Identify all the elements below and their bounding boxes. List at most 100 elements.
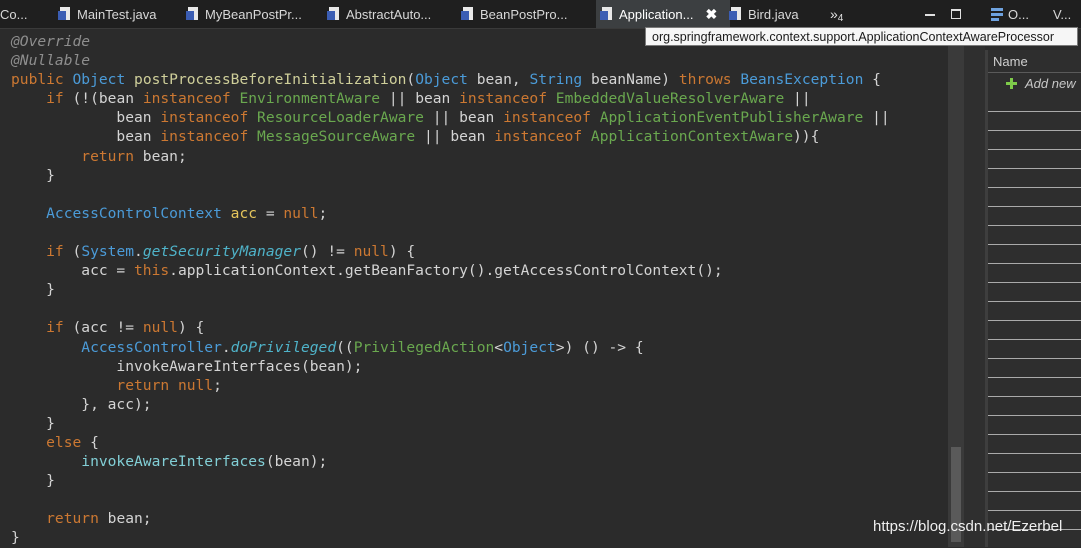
code-token: if	[11, 319, 73, 337]
outline-icon	[991, 8, 1003, 21]
tab-application-context-aware-processor[interactable]: Application... ✖	[596, 0, 730, 28]
code-token: || bean	[388, 90, 460, 108]
code-token: bean	[11, 128, 161, 146]
editor-vertical-scrollbar[interactable]	[948, 29, 964, 547]
code-token: instanceof	[142, 90, 240, 108]
code-token: >) () -> {	[555, 338, 644, 356]
code-line[interactable]: AccessControlContext acc = null;	[11, 204, 890, 223]
code-token: || bean	[423, 128, 495, 146]
code-token: if	[11, 243, 73, 261]
code-line[interactable]: return null;	[11, 376, 890, 395]
table-row[interactable]	[988, 283, 1081, 302]
code-line[interactable]	[11, 490, 890, 509]
code-token: public	[11, 71, 73, 89]
table-row[interactable]	[988, 207, 1081, 226]
add-new-row[interactable]: Add new	[988, 73, 1081, 93]
code-line[interactable]: bean instanceof MessageSourceAware || be…	[11, 127, 890, 146]
code-token: throws	[678, 71, 741, 89]
code-token: if	[11, 90, 73, 108]
code-line[interactable]: AccessController.doPrivileged((Privilege…	[11, 338, 890, 357]
table-row[interactable]	[988, 473, 1081, 492]
tab-label: Bird.java	[748, 6, 799, 22]
table-row[interactable]	[988, 340, 1081, 359]
table-row[interactable]	[988, 321, 1081, 340]
code-token: ApplicationContextAware	[590, 128, 794, 146]
table-row[interactable]	[988, 226, 1081, 245]
table-row[interactable]	[988, 245, 1081, 264]
code-token: ) {	[177, 319, 205, 337]
code-token: bean	[11, 109, 161, 127]
table-row[interactable]	[988, 359, 1081, 378]
table-row[interactable]	[988, 378, 1081, 397]
tab-abstract-auto[interactable]: AbstractAuto...	[327, 0, 453, 28]
code-token: ApplicationEventPublisherAware	[599, 109, 873, 127]
code-line[interactable]	[11, 223, 890, 242]
code-token: null	[142, 319, 178, 337]
table-row[interactable]	[988, 188, 1081, 207]
tab-my-bean-post-processor[interactable]: MyBeanPostPr...	[186, 0, 316, 28]
table-row[interactable]	[988, 169, 1081, 188]
code-line[interactable]: bean instanceof ResourceLoaderAware || b…	[11, 108, 889, 127]
code-line[interactable]: }, acc);	[11, 395, 890, 414]
tab-outline[interactable]: O...	[1008, 7, 1029, 22]
code-line[interactable]: if (!(bean instanceof EnvironmentAware |…	[11, 89, 890, 108]
java-file-icon	[58, 7, 71, 21]
code-token: () !=	[300, 243, 354, 261]
watermark: https://blog.csdn.net/Ezerbel	[873, 518, 1063, 535]
editor-window-controls	[925, 0, 961, 28]
code-line[interactable]: public Object postProcessBeforeInitializ…	[11, 70, 890, 89]
tab-console[interactable]: Co...	[0, 0, 46, 28]
more-tabs-button[interactable]: » 4	[830, 0, 843, 28]
code-editor[interactable]: @Override @Nullable public Object postProc…	[0, 29, 948, 547]
code-line[interactable]: invokeAwareInterfaces(bean);	[11, 452, 890, 471]
code-line[interactable]: return bean;	[11, 509, 890, 528]
java-file-icon	[327, 7, 340, 21]
code-token: Object	[72, 71, 135, 89]
code-content[interactable]: @Override @Nullable public Object postProc…	[11, 32, 890, 548]
java-file-icon	[461, 7, 474, 21]
minimize-icon[interactable]	[925, 14, 935, 16]
java-file-icon	[600, 7, 613, 21]
table-row[interactable]	[988, 492, 1081, 511]
table-row[interactable]	[988, 454, 1081, 473]
table-row[interactable]	[988, 112, 1081, 131]
panel-separator	[964, 29, 985, 547]
table-row[interactable]	[988, 435, 1081, 454]
tab-label: BeanPostPro...	[480, 6, 568, 22]
code-line[interactable]: }	[11, 471, 890, 490]
hidden-tab-count: 4	[837, 12, 844, 24]
name-column-header[interactable]: Name	[988, 50, 1081, 73]
code-token: System	[81, 243, 135, 261]
tab-second-view[interactable]: V...	[1053, 7, 1071, 22]
maximize-icon[interactable]	[951, 9, 961, 19]
code-line[interactable]: if (System.getSecurityManager() != null)…	[11, 242, 890, 261]
table-row[interactable]	[988, 93, 1081, 112]
tab-main-test[interactable]: MainTest.java	[58, 0, 178, 28]
code-line[interactable]	[11, 299, 890, 318]
code-line[interactable]: invokeAwareInterfaces(bean);	[11, 357, 890, 376]
code-line[interactable]: return bean;	[11, 147, 890, 166]
code-line[interactable]: }	[11, 280, 890, 299]
code-line[interactable]: }	[11, 166, 890, 185]
code-line[interactable]: @Nullable	[11, 51, 890, 70]
tab-bird[interactable]: Bird.java	[729, 0, 824, 28]
table-row[interactable]	[988, 302, 1081, 321]
code-line[interactable]: }	[11, 528, 890, 547]
code-token: beanName)	[590, 71, 679, 89]
code-line[interactable]: }	[11, 414, 890, 433]
code-line[interactable]: acc = this.applicationContext.getBeanFac…	[11, 261, 890, 280]
code-token: acc =	[11, 262, 135, 280]
code-line[interactable]: if (acc != null) {	[11, 318, 890, 337]
close-tab-icon[interactable]: ✖	[705, 6, 717, 23]
tab-bean-post-processor[interactable]: BeanPostPro...	[461, 0, 589, 28]
code-line[interactable]	[11, 185, 890, 204]
code-token: Object	[503, 338, 556, 356]
code-line[interactable]: else {	[11, 433, 890, 452]
table-row[interactable]	[988, 264, 1081, 283]
table-row[interactable]	[988, 397, 1081, 416]
code-token: (	[72, 243, 82, 261]
table-row[interactable]	[988, 150, 1081, 169]
code-token: ResourceLoaderAware	[257, 109, 433, 127]
table-row[interactable]	[988, 131, 1081, 150]
table-row[interactable]	[988, 416, 1081, 435]
